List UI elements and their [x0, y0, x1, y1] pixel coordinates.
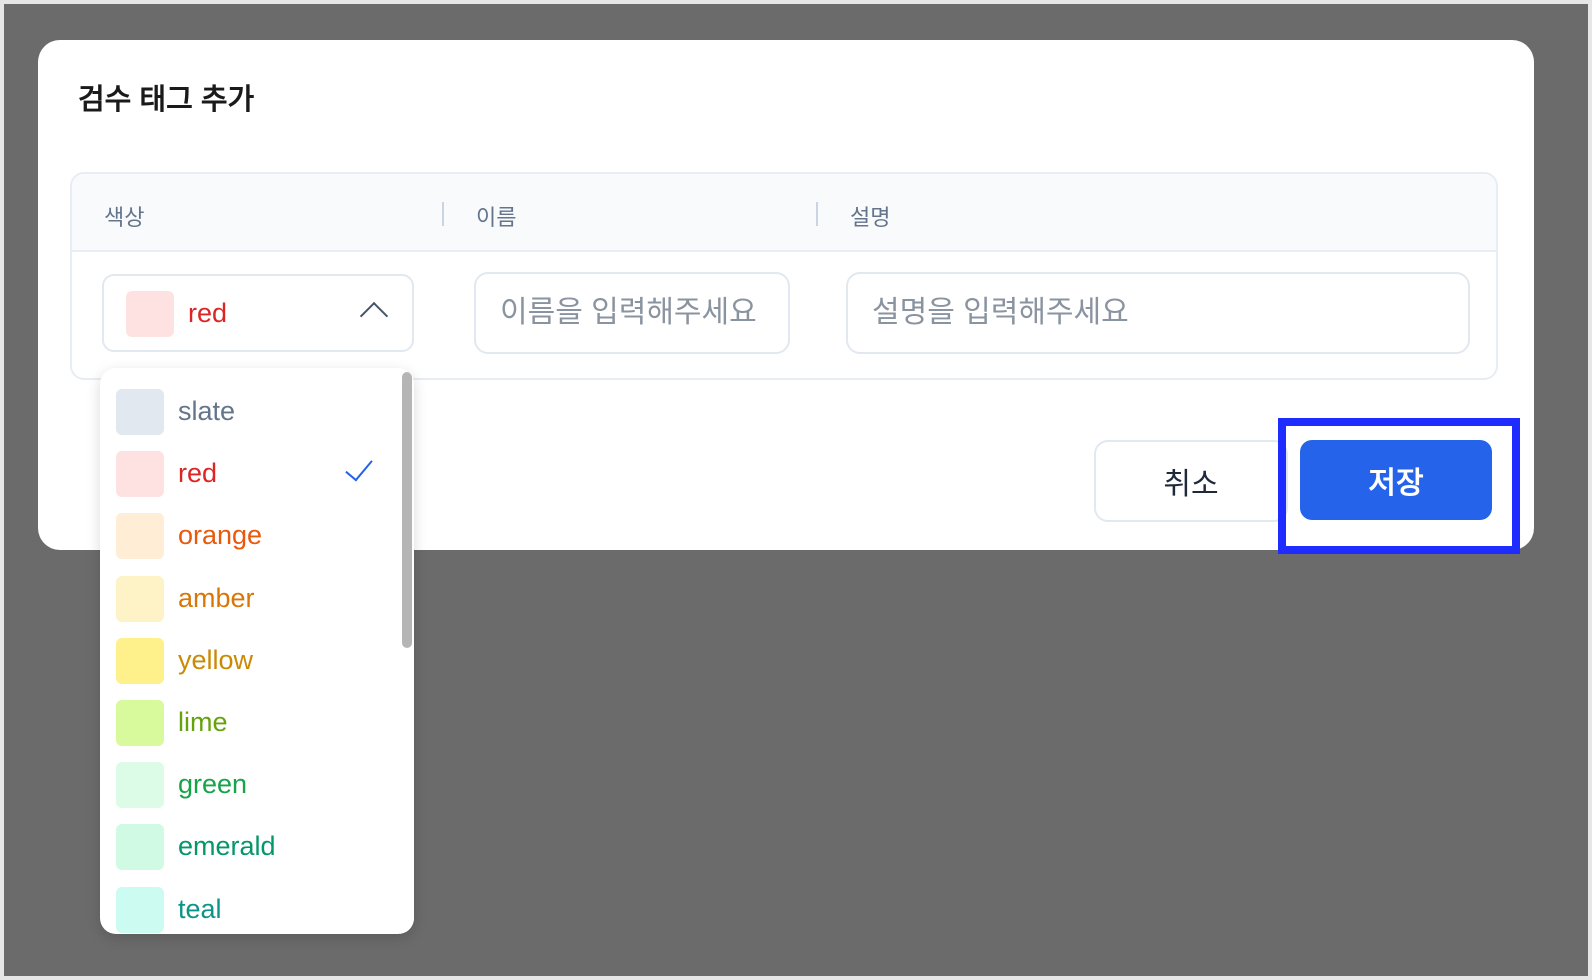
- column-header-description: 설명: [850, 205, 891, 230]
- table-header: 색상 이름 설명: [72, 174, 1496, 252]
- column-header-name: 이름: [476, 205, 517, 230]
- color-swatch: [116, 886, 164, 933]
- color-option-list: slate red orange amber yellow lime green emeral…: [100, 382, 400, 934]
- color-option-label: green: [178, 769, 248, 800]
- color-option-label: red: [178, 458, 218, 489]
- chevron-up-icon: [359, 301, 389, 331]
- selected-color-label: red: [188, 298, 228, 328]
- color-swatch: [116, 451, 164, 498]
- color-option-label: slate: [178, 396, 236, 426]
- tag-form-table: 색상 이름 설명 red: [70, 172, 1498, 380]
- color-option-emerald[interactable]: emerald: [100, 817, 400, 879]
- color-select[interactable]: red: [102, 274, 414, 352]
- color-option-red[interactable]: red: [100, 444, 400, 506]
- cancel-button[interactable]: 취소: [1094, 440, 1288, 522]
- color-option-label: yellow: [178, 644, 254, 675]
- modal-backdrop[interactable]: 검수 태그 추가 색상 이름 설명 red 취소 저장 slate red oran…: [4, 4, 1588, 976]
- selected-color-swatch: [126, 291, 174, 337]
- color-swatch: [116, 637, 164, 684]
- color-swatch: [116, 575, 164, 622]
- check-icon: [345, 452, 373, 482]
- color-option-label: amber: [178, 582, 255, 613]
- column-divider: [442, 202, 444, 226]
- color-dropdown: slate red orange amber yellow lime green emeral…: [100, 368, 414, 934]
- color-swatch: [116, 824, 164, 871]
- color-swatch: [116, 513, 164, 560]
- color-option-teal[interactable]: teal: [100, 880, 400, 935]
- color-option-label: emerald: [178, 831, 276, 862]
- color-option-label: lime: [178, 706, 228, 737]
- dropdown-scrollbar-thumb[interactable]: [402, 372, 412, 648]
- dropdown-scrollbar[interactable]: [400, 368, 414, 934]
- column-header-color: 색상: [104, 205, 145, 230]
- color-option-lime[interactable]: lime: [100, 693, 400, 755]
- color-option-yellow[interactable]: yellow: [100, 631, 400, 693]
- save-button[interactable]: 저장: [1300, 440, 1492, 520]
- color-swatch: [116, 762, 164, 809]
- color-option-label: teal: [178, 893, 222, 924]
- color-option-slate[interactable]: slate: [100, 382, 400, 444]
- color-option-label: orange: [178, 520, 263, 551]
- tag-description-input[interactable]: [846, 272, 1470, 354]
- color-option-amber[interactable]: amber: [100, 569, 400, 631]
- modal-title: 검수 태그 추가: [78, 84, 255, 116]
- color-swatch: [116, 699, 164, 746]
- color-swatch: [116, 389, 164, 435]
- color-option-green[interactable]: green: [100, 755, 400, 817]
- column-divider: [816, 202, 818, 226]
- tag-name-input[interactable]: [474, 272, 790, 354]
- color-option-orange[interactable]: orange: [100, 506, 400, 568]
